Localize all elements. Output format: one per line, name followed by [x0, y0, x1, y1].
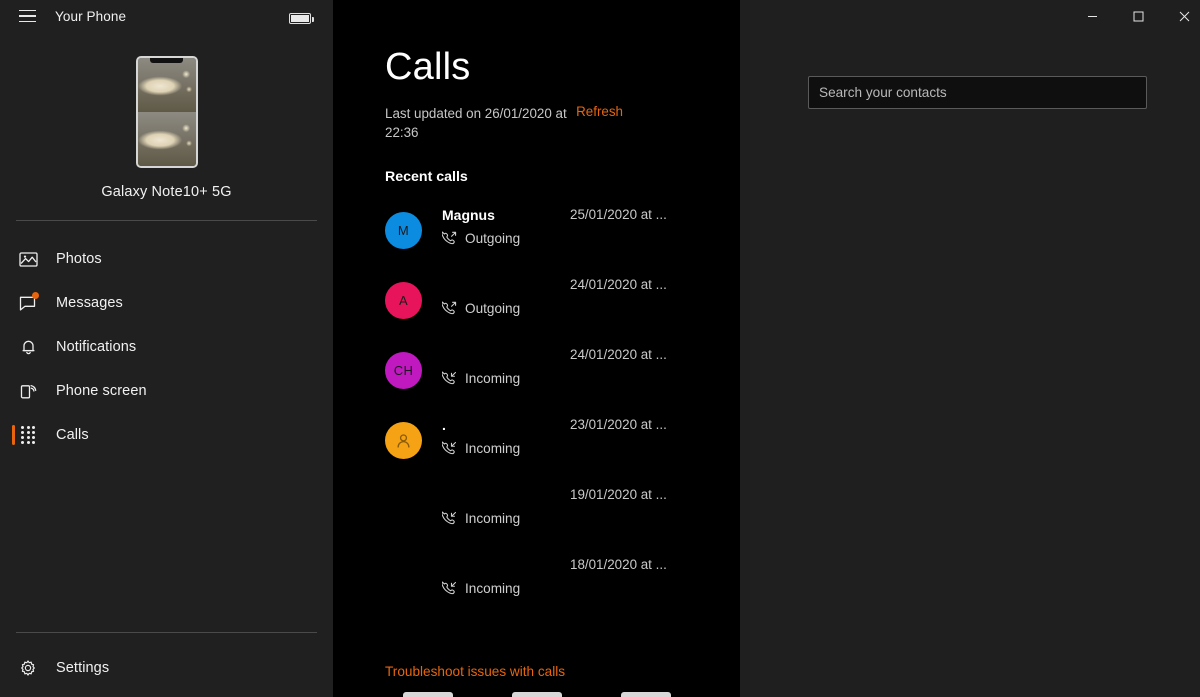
call-type-label: Incoming — [465, 440, 521, 456]
call-contact-name: Magnus — [442, 206, 495, 223]
call-type: Incoming — [442, 581, 520, 596]
call-row[interactable]: M Magnus Outgoing 25/01/2020 at ... — [385, 199, 720, 269]
page-title: Calls — [385, 46, 471, 88]
avatar: A — [385, 281, 422, 319]
sidebar-item-label: Settings — [56, 660, 110, 676]
sidebar-item-calls[interactable]: Calls — [0, 413, 333, 457]
sidebar-item-label: Notifications — [56, 339, 137, 355]
phone-screen-icon — [16, 379, 40, 403]
sidebar: Your Phone Galaxy Note10+ 5G Photos Mess… — [0, 0, 333, 697]
call-type: Incoming — [442, 441, 520, 456]
call-row[interactable]: Incoming 19/01/2020 at ... — [385, 479, 720, 549]
close-button[interactable] — [1161, 0, 1200, 32]
sidebar-divider-bottom — [16, 632, 317, 633]
call-incoming-icon — [442, 581, 457, 596]
recent-calls-heading: Recent calls — [385, 168, 468, 185]
window-controls — [1069, 0, 1200, 32]
call-date: 25/01/2020 at ... — [570, 206, 667, 222]
call-type: Outgoing — [442, 231, 520, 246]
app-title: Your Phone — [55, 8, 127, 24]
refresh-button[interactable]: Refresh — [576, 104, 623, 119]
maximize-button[interactable] — [1115, 0, 1161, 32]
bell-icon — [16, 335, 40, 359]
phone-screen-thumbnail[interactable] — [135, 56, 198, 168]
call-contact-name: . — [442, 416, 446, 433]
call-incoming-icon — [442, 511, 457, 526]
call-date: 23/01/2020 at ... — [570, 416, 667, 432]
device-block: Galaxy Note10+ 5G — [0, 32, 333, 221]
call-date: 18/01/2020 at ... — [570, 556, 667, 572]
active-indicator — [12, 425, 15, 445]
device-name: Galaxy Note10+ 5G — [101, 184, 232, 200]
call-list: M Magnus Outgoing 25/01/2020 at ... A Outg… — [385, 199, 720, 619]
photos-icon — [16, 247, 40, 271]
sidebar-divider-top — [16, 220, 317, 221]
call-incoming-icon — [442, 441, 457, 456]
avatar: CH — [385, 351, 422, 389]
call-type: Outgoing — [442, 301, 520, 316]
call-type-label: Outgoing — [465, 300, 521, 316]
call-incoming-icon — [442, 371, 457, 386]
avatar — [385, 421, 422, 459]
call-outgoing-icon — [442, 231, 457, 246]
sidebar-item-messages[interactable]: Messages — [0, 281, 333, 325]
sidebar-item-label: Photos — [56, 251, 102, 267]
call-type-label: Incoming — [465, 580, 521, 596]
last-updated-text: Last updated on 26/01/2020 at 22:36 — [385, 105, 567, 141]
title-bar: Your Phone — [0, 0, 333, 32]
dialer-panel: 1 2 ABC3 DEF4 GHI5 JKL6 MNO7 PQRS8 TUV9 … — [740, 0, 1200, 697]
sidebar-item-phone-screen[interactable]: Phone screen — [0, 369, 333, 413]
notification-badge — [32, 292, 39, 299]
call-date: 24/01/2020 at ... — [570, 346, 667, 362]
sidebar-footer: Settings — [0, 632, 333, 697]
gear-icon — [16, 656, 40, 680]
your-phone-app: Your Phone Galaxy Note10+ 5G Photos Mess… — [0, 0, 1200, 697]
hamburger-icon[interactable] — [10, 1, 44, 31]
peek-buttons — [333, 690, 740, 697]
call-outgoing-icon — [442, 301, 457, 316]
call-row[interactable]: Incoming 18/01/2020 at ... — [385, 549, 720, 619]
call-type: Incoming — [442, 511, 520, 526]
call-row[interactable]: CH Incoming 24/01/2020 at ... — [385, 339, 720, 409]
sidebar-item-settings[interactable]: Settings — [0, 647, 333, 689]
search-input[interactable] — [808, 76, 1147, 109]
sidebar-item-label: Messages — [56, 295, 123, 311]
call-date: 24/01/2020 at ... — [570, 276, 667, 292]
battery-full-icon — [289, 13, 315, 24]
sidebar-item-label: Phone screen — [56, 383, 147, 399]
call-type-label: Incoming — [465, 510, 521, 526]
last-updated-row: Last updated on 26/01/2020 at 22:36 Refr… — [385, 104, 685, 143]
call-type-label: Incoming — [465, 370, 521, 386]
call-row[interactable]: . Incoming 23/01/2020 at ... — [385, 409, 720, 479]
sidebar-item-notifications[interactable]: Notifications — [0, 325, 333, 369]
minimize-button[interactable] — [1069, 0, 1115, 32]
call-type: Incoming — [442, 371, 520, 386]
call-row[interactable]: A Outgoing 24/01/2020 at ... — [385, 269, 720, 339]
message-icon — [16, 291, 40, 315]
sidebar-item-photos[interactable]: Photos — [0, 237, 333, 281]
call-date: 19/01/2020 at ... — [570, 486, 667, 502]
call-type-label: Outgoing — [465, 230, 521, 246]
troubleshoot-link[interactable]: Troubleshoot issues with calls — [385, 664, 565, 679]
calls-panel: Calls Last updated on 26/01/2020 at 22:3… — [333, 0, 740, 697]
avatar: M — [385, 211, 422, 249]
dialpad-icon — [16, 423, 40, 447]
sidebar-item-label: Calls — [56, 427, 89, 443]
sidebar-nav: Photos Messages Notifications Phone scre… — [0, 237, 333, 457]
